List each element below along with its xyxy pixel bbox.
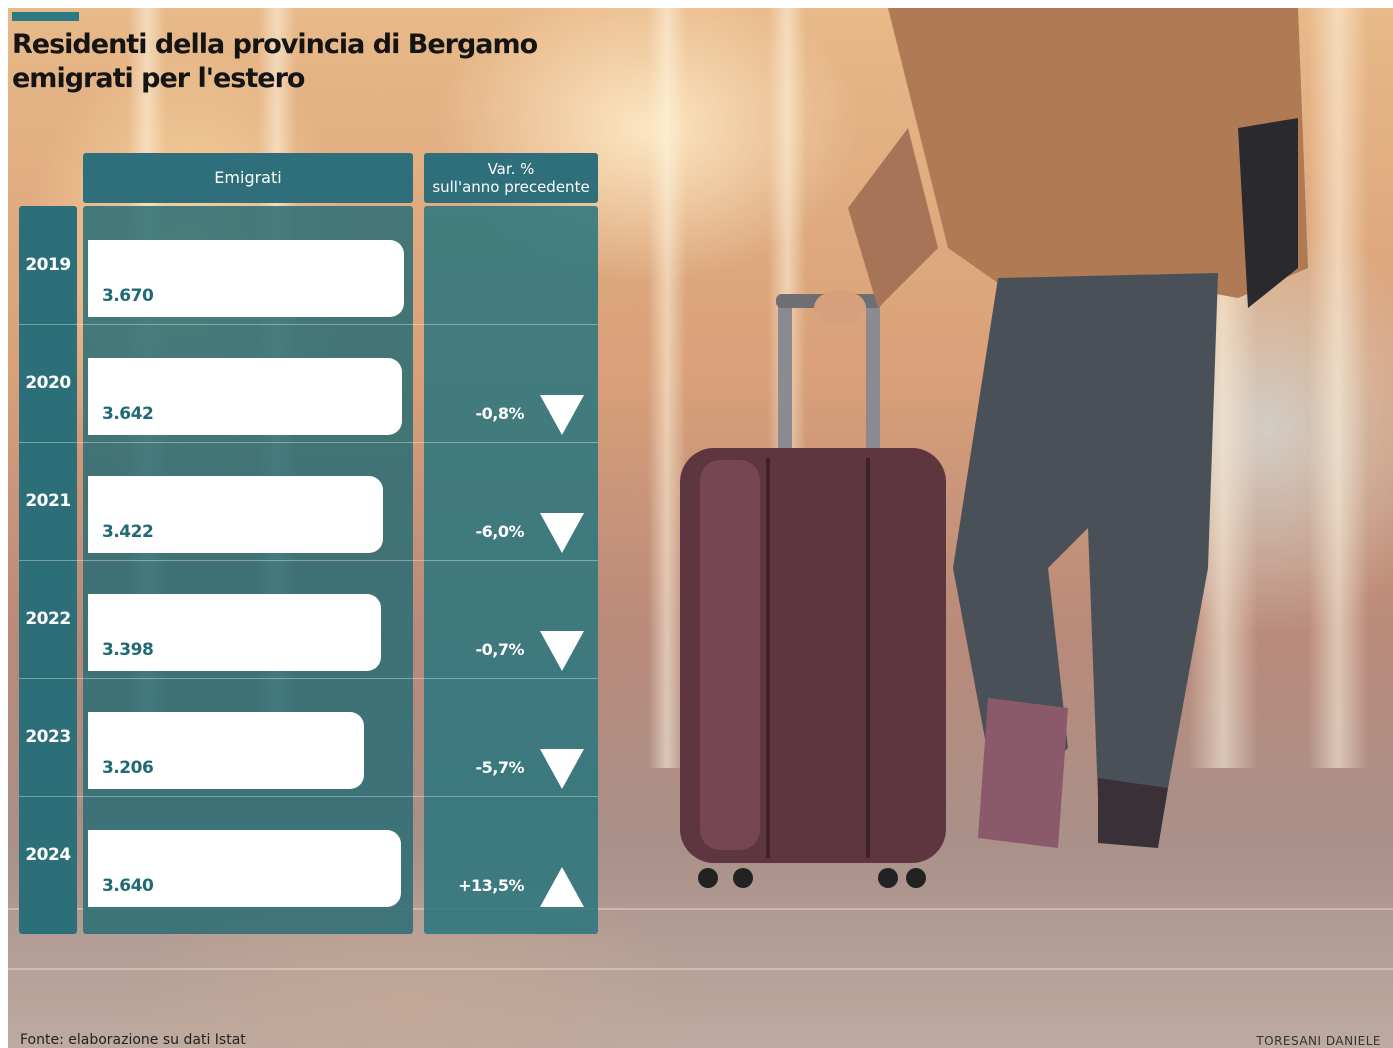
variation-label-2024: +13,5% bbox=[458, 876, 524, 895]
row-separator bbox=[19, 324, 598, 325]
value-label-2020: 3.642 bbox=[102, 404, 154, 424]
year-label-2023: 2023 bbox=[25, 727, 71, 747]
arrow-down-icon-2020 bbox=[540, 395, 584, 435]
variation-label-2021: -6,0% bbox=[475, 522, 524, 541]
header-variation-line-1: Var. % bbox=[487, 160, 535, 178]
source-note: Fonte: elaborazione su dati Istat bbox=[20, 1032, 246, 1048]
row-separator bbox=[19, 796, 598, 797]
year-label-2021: 2021 bbox=[25, 491, 71, 511]
author-credit: TORESANI DANIELE bbox=[1256, 1034, 1381, 1048]
arrow-down-icon-2021 bbox=[540, 513, 584, 553]
value-label-2024: 3.640 bbox=[102, 876, 154, 896]
arrow-down-icon-2023 bbox=[540, 749, 584, 789]
value-label-2021: 3.422 bbox=[102, 522, 154, 542]
variation-label-2022: -0,7% bbox=[475, 640, 524, 659]
header-variation-line-2: sull'anno precedente bbox=[432, 178, 590, 196]
row-separator bbox=[19, 678, 598, 679]
title-accent-bar bbox=[12, 12, 79, 21]
year-label-2022: 2022 bbox=[25, 609, 71, 629]
year-label-2019: 2019 bbox=[25, 255, 71, 275]
year-label-2020: 2020 bbox=[25, 373, 71, 393]
chart-title: Residenti della provincia di Bergamo emi… bbox=[12, 28, 612, 96]
header-variation: Var. % sull'anno precedente bbox=[424, 153, 598, 203]
row-separator bbox=[19, 442, 598, 443]
variation-label-2020: -0,8% bbox=[475, 404, 524, 423]
year-label-2024: 2024 bbox=[25, 845, 71, 865]
arrow-down-icon-2022 bbox=[540, 631, 584, 671]
variation-label-2023: -5,7% bbox=[475, 758, 524, 777]
value-label-2022: 3.398 bbox=[102, 640, 154, 660]
title-line-2: emigrati per l'estero bbox=[12, 63, 305, 94]
value-label-2019: 3.670 bbox=[102, 286, 154, 306]
arrow-up-icon-2024 bbox=[540, 867, 584, 907]
header-emigrati: Emigrati bbox=[83, 153, 413, 203]
title-line-1: Residenti della provincia di Bergamo bbox=[12, 29, 538, 60]
row-separator bbox=[19, 560, 598, 561]
value-label-2023: 3.206 bbox=[102, 758, 154, 778]
